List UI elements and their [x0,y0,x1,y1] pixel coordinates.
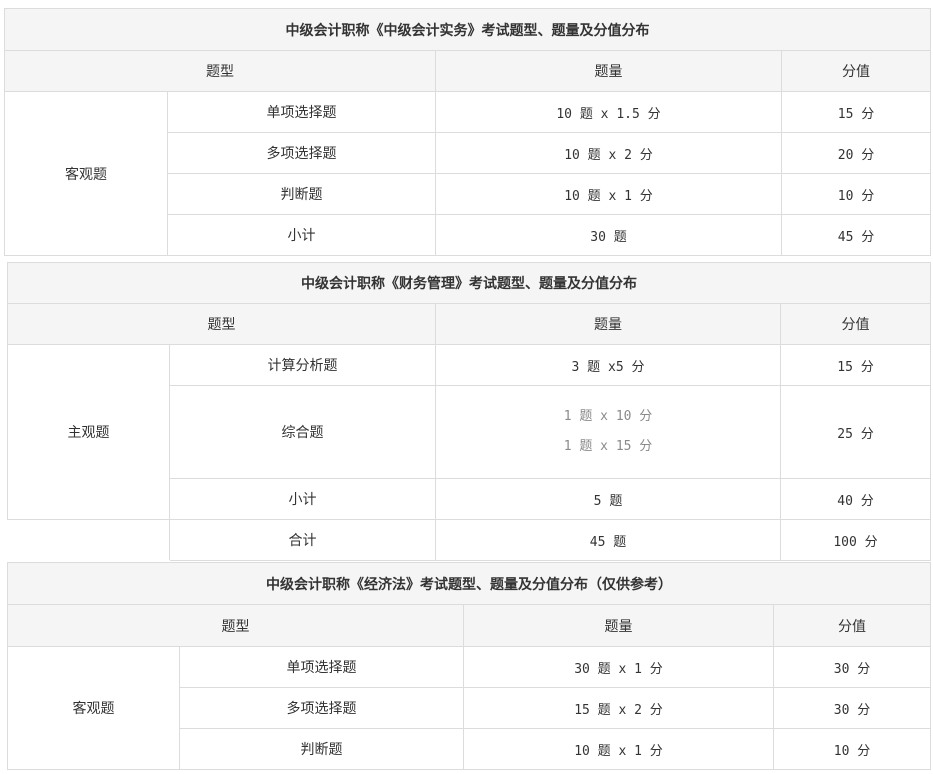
subtotal-quantity: 30 题 [435,214,782,256]
accounting-practice-table: 中级会计职称《中级会计实务》考试题型、题量及分值分布 题型 题量 分值 客观题 … [4,8,931,256]
group-cell: 主观题 [7,344,170,520]
subtotal-score: 45 分 [781,214,931,256]
question-type: 计算分析题 [169,344,436,386]
question-quantity: 10 题 x 1 分 [463,728,774,770]
question-type: 多项选择题 [167,132,436,174]
subtotal-label: 小计 [169,478,436,520]
question-quantity: 10 题 x 1 分 [435,173,782,215]
question-quantity: 30 题 x 1 分 [463,646,774,688]
question-type: 综合题 [169,385,436,479]
question-score: 10 分 [781,173,931,215]
question-type: 判断题 [179,728,464,770]
subtotal-score: 40 分 [780,478,931,520]
question-score: 20 分 [781,132,931,174]
question-type: 单项选择题 [179,646,464,688]
question-quantity: 10 题 x 2 分 [435,132,782,174]
total-label: 合计 [169,519,436,561]
table-title: 中级会计职称《财务管理》考试题型、题量及分值分布 [7,262,931,304]
question-score: 30 分 [773,687,931,729]
table-title: 中级会计职称《中级会计实务》考试题型、题量及分值分布 [4,8,931,51]
empty-cell [7,519,170,561]
quantity-line: 1 题 x 10 分 [563,409,653,424]
group-cell: 客观题 [4,91,168,256]
question-quantity: 15 题 x 2 分 [463,687,774,729]
question-quantity: 10 题 x 1.5 分 [435,91,782,133]
header-type: 题型 [4,50,436,92]
subtotal-quantity: 5 题 [435,478,781,520]
header-score: 分值 [781,50,931,92]
group-cell: 客观题 [7,646,180,770]
quantity-line: 1 题 x 15 分 [563,439,653,454]
question-quantity: 3 题 x5 分 [435,344,781,386]
header-score: 分值 [773,604,931,647]
header-quantity: 题量 [463,604,774,647]
total-quantity: 45 题 [435,519,781,561]
header-quantity: 题量 [435,303,781,345]
subtotal-label: 小计 [167,214,436,256]
question-score: 25 分 [780,385,931,479]
question-score: 15 分 [781,91,931,133]
header-type: 题型 [7,604,464,647]
question-score: 10 分 [773,728,931,770]
table-title: 中级会计职称《经济法》考试题型、题量及分值分布（仅供参考） [7,562,931,605]
economic-law-table: 中级会计职称《经济法》考试题型、题量及分值分布（仅供参考） 题型 题量 分值 客… [7,562,931,770]
header-type: 题型 [7,303,436,345]
question-score: 15 分 [780,344,931,386]
header-quantity: 题量 [435,50,782,92]
header-score: 分值 [780,303,931,345]
total-score: 100 分 [780,519,931,561]
question-quantity: 1 题 x 10 分 1 题 x 15 分 [435,385,781,479]
question-type: 多项选择题 [179,687,464,729]
financial-management-table: 中级会计职称《财务管理》考试题型、题量及分值分布 题型 题量 分值 主观题 计算… [7,262,931,561]
question-score: 30 分 [773,646,931,688]
question-type: 判断题 [167,173,436,215]
question-type: 单项选择题 [167,91,436,133]
